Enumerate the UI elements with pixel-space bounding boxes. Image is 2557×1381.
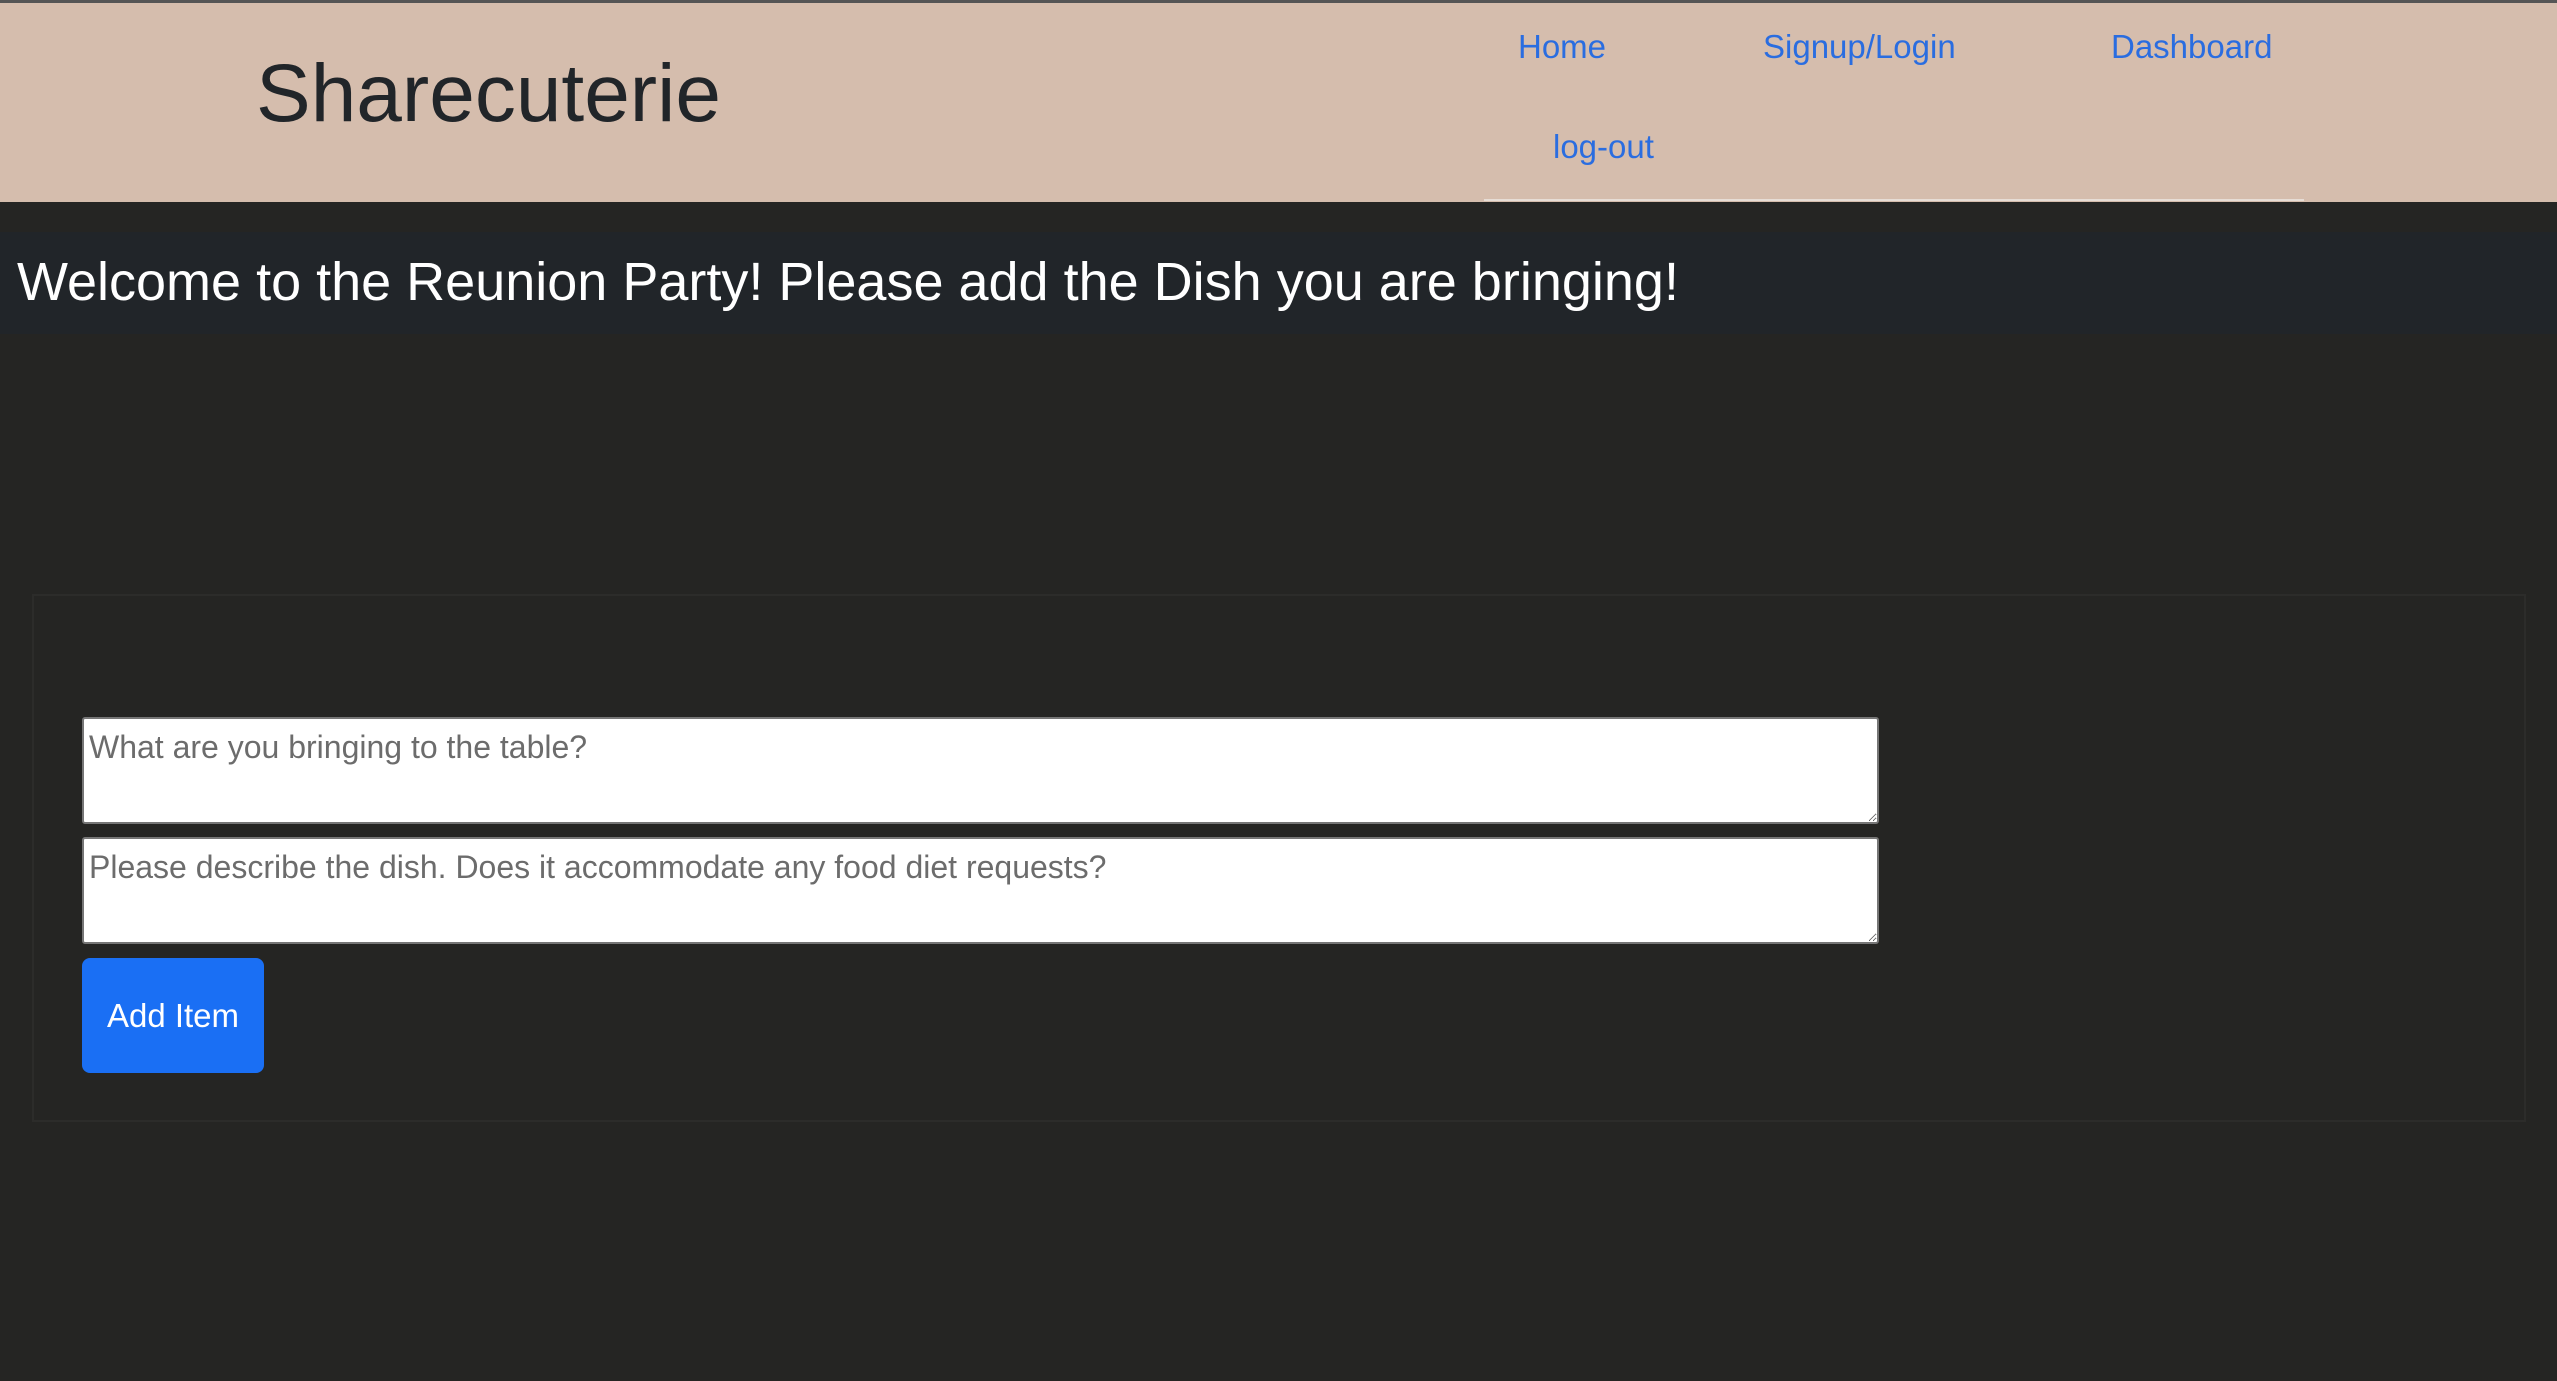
welcome-message: Welcome to the Reunion Party! Please add…	[17, 252, 1679, 312]
add-item-button[interactable]: Add Item	[82, 958, 264, 1073]
nav-signup-login-link[interactable]: Signup/Login	[1763, 30, 1956, 63]
brand-title: Sharecuterie	[256, 48, 721, 139]
nav-logout-link[interactable]: log-out	[1553, 130, 1654, 163]
dish-name-input[interactable]	[82, 717, 1879, 824]
nav-divider	[1484, 199, 2304, 201]
nav-home-link[interactable]: Home	[1518, 30, 1606, 63]
dish-description-input[interactable]	[82, 837, 1879, 944]
nav-dashboard-link[interactable]: Dashboard	[2111, 30, 2272, 63]
